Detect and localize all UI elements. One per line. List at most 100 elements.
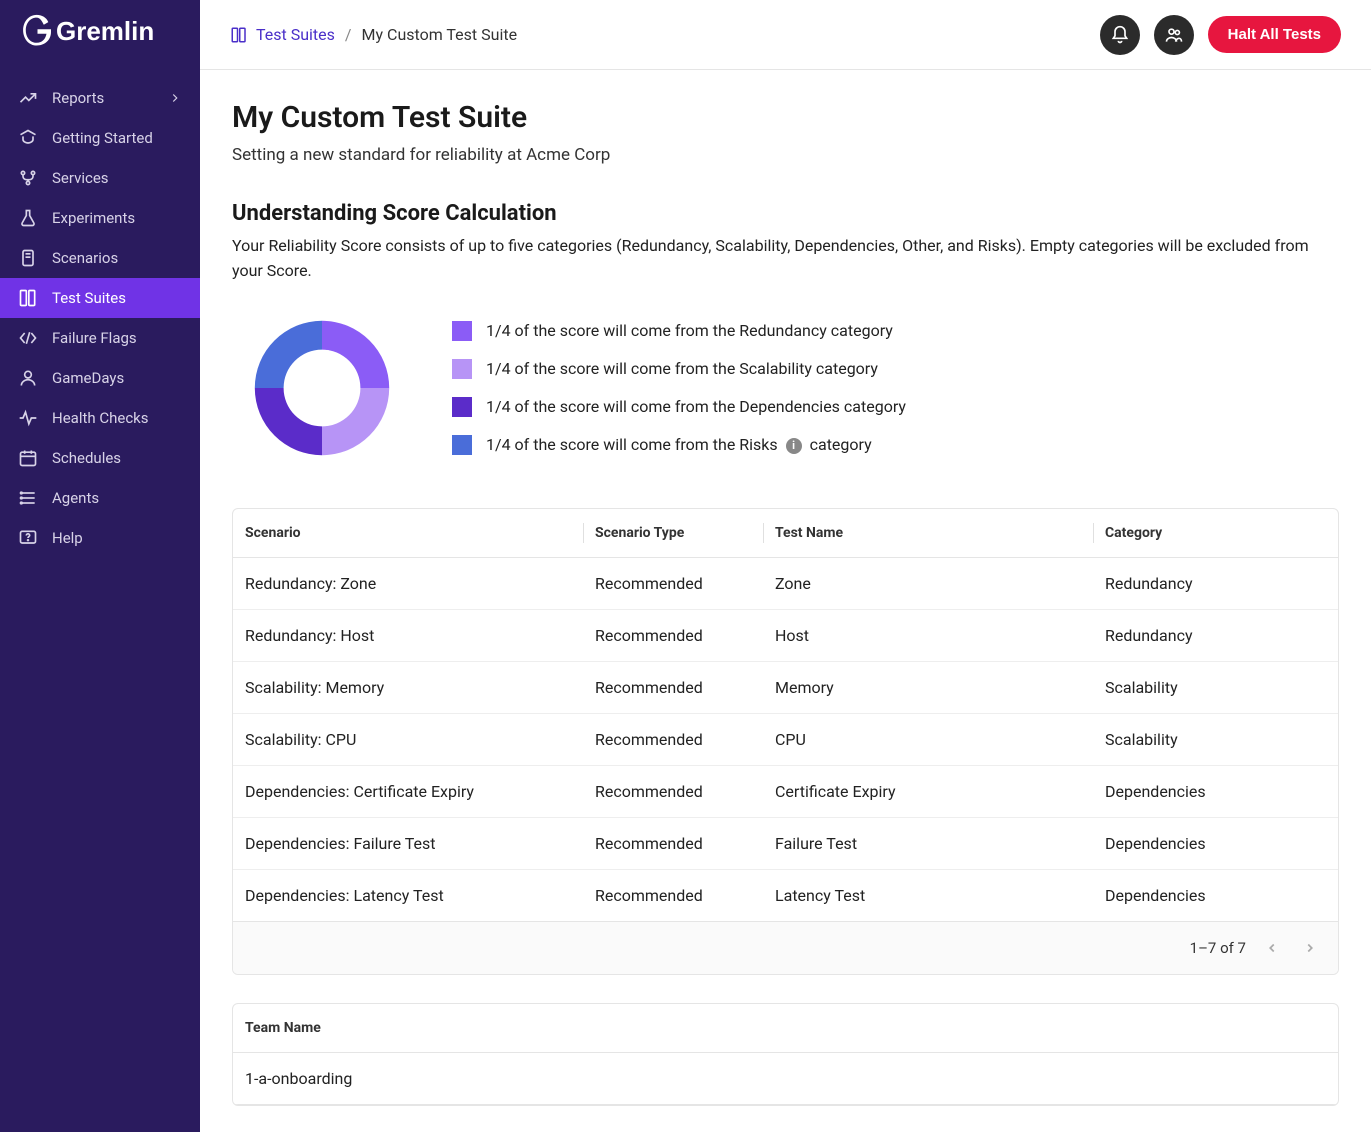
pager-text: 1–7 of 7	[1190, 939, 1246, 957]
sidebar-item-experiments[interactable]: Experiments	[0, 198, 200, 238]
legend-text: 1/4 of the score will come from the Redu…	[486, 321, 893, 340]
sidebar: Gremlin ReportsGetting Started Services Ex…	[0, 0, 200, 1132]
sidebar-item-agents[interactable]: Agents	[0, 478, 200, 518]
th-team-name[interactable]: Team Name	[233, 1004, 1338, 1053]
team-button[interactable]	[1154, 15, 1194, 55]
notifications-button[interactable]	[1100, 15, 1140, 55]
cell-category: Dependencies	[1093, 817, 1338, 869]
legend-text: 1/4 of the score will come from the Depe…	[486, 397, 906, 416]
legend-text: 1/4 of the score will come from the Scal…	[486, 359, 878, 378]
table-row[interactable]: 1-a-onboarding	[233, 1052, 1338, 1104]
schedules-icon	[18, 448, 38, 468]
sidebar-item-reports[interactable]: Reports	[0, 78, 200, 118]
sidebar-item-services[interactable]: Services	[0, 158, 200, 198]
info-icon[interactable]: i	[786, 438, 802, 454]
table-row[interactable]: Dependencies: Failure TestRecommendedFai…	[233, 817, 1338, 869]
page-subtitle: Setting a new standard for reliability a…	[232, 145, 1339, 165]
svg-text:Gremlin: Gremlin	[56, 16, 154, 46]
sidebar-item-failure-flags[interactable]: Failure Flags	[0, 318, 200, 358]
pager-next-button[interactable]	[1298, 936, 1322, 960]
help-icon	[18, 528, 38, 548]
table-row[interactable]: Redundancy: HostRecommendedHostRedundanc…	[233, 609, 1338, 661]
donut-slice-dependencies	[255, 388, 322, 455]
cell-category: Dependencies	[1093, 869, 1338, 921]
cell-test-name: Failure Test	[763, 817, 1093, 869]
scenarios-table: Scenario Scenario Type Test Name Categor…	[233, 509, 1338, 922]
sidebar-item-test-suites[interactable]: Test Suites	[0, 278, 200, 318]
cell-scenario-type: Recommended	[583, 609, 763, 661]
sidebar-item-help[interactable]: Help	[0, 518, 200, 558]
sidebar-item-scenarios[interactable]: Scenarios	[0, 238, 200, 278]
sidebar-item-label: Services	[52, 169, 109, 187]
cell-scenario: Dependencies: Certificate Expiry	[233, 765, 583, 817]
score-donut-chart	[242, 308, 402, 468]
cell-scenario: Scalability: Memory	[233, 661, 583, 713]
halt-all-tests-button[interactable]: Halt All Tests	[1208, 16, 1341, 53]
donut-slice-redundancy	[322, 320, 389, 387]
experiments-icon	[18, 208, 38, 228]
agents-icon	[18, 488, 38, 508]
nav: ReportsGetting Started Services Experiment…	[0, 78, 200, 558]
cell-category: Dependencies	[1093, 765, 1338, 817]
cell-test-name: Host	[763, 609, 1093, 661]
chevron-right-icon	[168, 91, 182, 105]
sidebar-item-label: Scenarios	[52, 249, 118, 267]
content: My Custom Test Suite Setting a new stand…	[200, 70, 1371, 1132]
table-row[interactable]: Redundancy: ZoneRecommendedZoneRedundanc…	[233, 557, 1338, 609]
breadcrumb: Test Suites / My Custom Test Suite	[230, 25, 517, 44]
breadcrumb-link[interactable]: Test Suites	[256, 25, 335, 44]
cell-scenario: Redundancy: Host	[233, 609, 583, 661]
cell-scenario: Scalability: CPU	[233, 713, 583, 765]
gamedays-icon	[18, 368, 38, 388]
legend-swatch	[452, 397, 472, 417]
table-row[interactable]: Scalability: CPURecommendedCPUScalabilit…	[233, 713, 1338, 765]
logo: Gremlin	[0, 14, 200, 78]
legend-swatch	[452, 321, 472, 341]
health-checks-icon	[18, 408, 38, 428]
cell-test-name: Zone	[763, 557, 1093, 609]
reports-icon	[18, 88, 38, 108]
sidebar-item-getting-started[interactable]: Getting Started	[0, 118, 200, 158]
sidebar-item-schedules[interactable]: Schedules	[0, 438, 200, 478]
legend-swatch	[452, 435, 472, 455]
cell-category: Redundancy	[1093, 609, 1338, 661]
cell-scenario-type: Recommended	[583, 869, 763, 921]
cell-category: Scalability	[1093, 661, 1338, 713]
cell-category: Redundancy	[1093, 557, 1338, 609]
sidebar-item-gamedays[interactable]: GameDays	[0, 358, 200, 398]
topbar: Test Suites / My Custom Test Suite Halt …	[200, 0, 1371, 70]
sidebar-item-label: Test Suites	[52, 289, 126, 307]
failure-flags-icon	[18, 328, 38, 348]
pager-prev-button[interactable]	[1260, 936, 1284, 960]
sidebar-item-label: Failure Flags	[52, 329, 137, 347]
test-suites-icon	[18, 288, 38, 308]
team-table: Team Name 1-a-onboarding	[233, 1004, 1338, 1105]
table-row[interactable]: Dependencies: Latency TestRecommendedLat…	[233, 869, 1338, 921]
cell-scenario: Dependencies: Failure Test	[233, 817, 583, 869]
th-scenario-type[interactable]: Scenario Type	[583, 509, 763, 558]
th-category[interactable]: Category	[1093, 509, 1338, 558]
th-test-name[interactable]: Test Name	[763, 509, 1093, 558]
team-table-card: Team Name 1-a-onboarding	[232, 1003, 1339, 1106]
cell-scenario-type: Recommended	[583, 661, 763, 713]
cell-test-name: Latency Test	[763, 869, 1093, 921]
legend-swatch	[452, 359, 472, 379]
table-row[interactable]: Dependencies: Certificate ExpiryRecommen…	[233, 765, 1338, 817]
th-scenario[interactable]: Scenario	[233, 509, 583, 558]
sidebar-item-label: Agents	[52, 489, 99, 507]
table-row[interactable]: Scalability: MemoryRecommendedMemoryScal…	[233, 661, 1338, 713]
cell-test-name: Memory	[763, 661, 1093, 713]
page-title: My Custom Test Suite	[232, 100, 1339, 135]
legend-row: 1/4 of the score will come from the Depe…	[452, 397, 906, 417]
sidebar-item-label: GameDays	[52, 369, 124, 387]
services-icon	[18, 168, 38, 188]
sidebar-item-label: Help	[52, 529, 83, 547]
scenarios-icon	[18, 248, 38, 268]
gremlin-logo-icon: Gremlin	[22, 14, 172, 50]
donut-slice-scalability	[322, 388, 389, 455]
cell-scenario: Redundancy: Zone	[233, 557, 583, 609]
cell-test-name: CPU	[763, 713, 1093, 765]
sidebar-item-health-checks[interactable]: Health Checks	[0, 398, 200, 438]
breadcrumb-sep: /	[335, 25, 362, 44]
cell-scenario-type: Recommended	[583, 817, 763, 869]
